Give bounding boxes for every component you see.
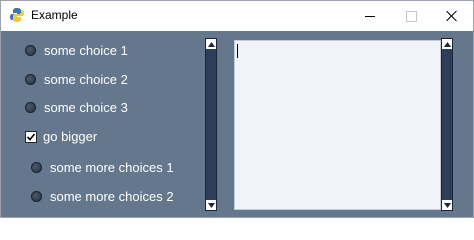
minimize-button[interactable] [347, 1, 393, 31]
text-area-scrollbar[interactable] [441, 38, 453, 211]
app-window: Example some choice 1 some choice 2 some… [0, 0, 474, 218]
caret-up-icon [443, 41, 451, 47]
radio-label: some choice 3 [44, 100, 128, 115]
caret-down-icon [207, 202, 215, 208]
radio-button-icon[interactable] [25, 102, 36, 113]
close-icon [446, 10, 458, 22]
radio-button-icon[interactable] [25, 45, 36, 56]
radio-label: some more choices 1 [50, 160, 174, 175]
radio-label: some choice 1 [44, 43, 128, 58]
maximize-icon [405, 10, 417, 22]
left-column-scrollbar[interactable] [205, 38, 217, 211]
radio-some-choice-2[interactable]: some choice 2 [25, 72, 128, 87]
caret-up-icon [207, 41, 215, 47]
scroll-up-button[interactable] [206, 39, 216, 49]
scroll-down-button[interactable] [206, 200, 216, 210]
python-icon [10, 8, 24, 22]
radio-some-more-choices-1[interactable]: some more choices 1 [31, 160, 174, 175]
scroll-down-button[interactable] [442, 200, 452, 210]
radio-label: some more choices 2 [50, 189, 174, 204]
window-title: Example [31, 8, 78, 22]
minimize-icon [365, 15, 375, 17]
radio-some-choice-3[interactable]: some choice 3 [25, 100, 128, 115]
checkbox-checked-icon[interactable] [25, 130, 37, 143]
checkbox-go-bigger[interactable]: go bigger [25, 129, 97, 144]
radio-some-more-choices-2[interactable]: some more choices 2 [31, 189, 174, 204]
maximize-button[interactable] [388, 1, 434, 31]
checkbox-label: go bigger [43, 129, 98, 144]
radio-button-icon[interactable] [25, 74, 36, 85]
multiline-text-input[interactable] [234, 40, 441, 210]
text-caret [237, 44, 238, 58]
caret-down-icon [443, 202, 451, 208]
radio-button-icon[interactable] [31, 191, 42, 202]
title-bar[interactable]: Example [1, 1, 473, 31]
radio-some-choice-1[interactable]: some choice 1 [25, 43, 128, 58]
scroll-up-button[interactable] [442, 39, 452, 49]
radio-button-icon[interactable] [31, 162, 42, 173]
close-button[interactable] [429, 1, 474, 31]
radio-label: some choice 2 [44, 72, 128, 87]
